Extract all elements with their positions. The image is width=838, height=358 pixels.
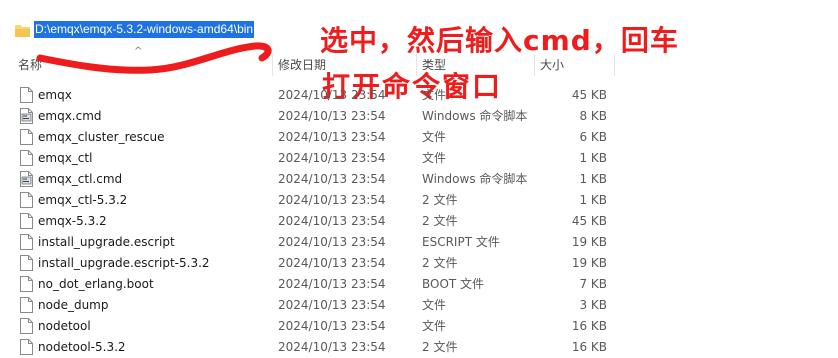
file-name: emqx_ctl [38,151,93,165]
file-type: 文件 [422,151,447,165]
file-name: node_dump [38,298,109,312]
file-row[interactable]: emqx_ctl.cmd 2024/10/13 23:54 Windows 命令脚本… [0,169,838,190]
file-date: 2024/10/13 23:54 [278,151,386,165]
file-date: 2024/10/13 23:54 [278,214,386,228]
file-row[interactable]: node_dump 2024/10/13 23:54 文件 3 KB [0,295,838,316]
file-icon [20,318,33,334]
file-icon [20,129,33,145]
file-name: nodetool [38,319,91,333]
file-name: install_upgrade.escript [38,235,175,249]
file-type: 2 文件 [422,256,458,270]
column-size-header[interactable]: 大小 [536,52,612,76]
file-row[interactable]: nodetool-5.3.2 2024/10/13 23:54 2 文件 16 KB [0,337,838,358]
file-row[interactable]: emqx_ctl 2024/10/13 23:54 文件 1 KB [0,148,838,169]
file-size: 1 KB [579,193,607,207]
file-type: 2 文件 [422,193,458,207]
file-row[interactable]: emqx-5.3.2 2024/10/13 23:54 2 文件 45 KB [0,211,838,232]
file-type: 文件 [422,319,447,333]
file-type: 文件 [422,298,447,312]
file-size: 45 KB [571,88,607,102]
file-name: no_dot_erlang.boot [38,277,154,291]
file-name: nodetool-5.3.2 [38,340,126,354]
script-file-icon [20,171,33,187]
file-name: emqx-5.3.2 [38,214,107,228]
column-type-header[interactable]: 类型 [418,52,534,76]
file-icon [20,276,33,292]
file-icon [20,150,33,166]
folder-icon [15,25,30,37]
file-date: 2024/10/13 23:54 [278,193,386,207]
file-size: 19 KB [571,256,607,270]
column-header: 名称 修改日期 类型 大小 [0,52,838,76]
file-type: 文件 [422,88,447,102]
file-type: 文件 [422,130,447,144]
column-divider[interactable] [614,54,615,76]
file-size: 8 KB [579,109,607,123]
file-row[interactable]: emqx 2024/10/13 23:54 文件 45 KB [0,85,838,106]
file-size: 19 KB [571,235,607,249]
file-date: 2024/10/13 23:54 [278,235,386,249]
file-icon [20,255,33,271]
file-date: 2024/10/13 23:54 [278,340,386,354]
file-icon [20,213,33,229]
file-icon [20,192,33,208]
column-divider[interactable] [534,54,535,76]
file-size: 6 KB [579,130,607,144]
column-divider[interactable] [416,54,417,76]
file-size: 7 KB [579,277,607,291]
file-row[interactable]: install_upgrade.escript-5.3.2 2024/10/13 … [0,253,838,274]
column-divider[interactable] [272,54,273,76]
file-size: 3 KB [579,298,607,312]
file-date: 2024/10/13 23:54 [278,256,386,270]
file-name: emqx.cmd [38,109,102,123]
file-date: 2024/10/13 23:54 [278,319,386,333]
file-icon [20,234,33,250]
column-name-header[interactable]: 名称 [14,52,274,76]
file-size: 45 KB [571,214,607,228]
file-icon [20,297,33,313]
file-date: 2024/10/13 23:54 [278,277,386,291]
column-date-header[interactable]: 修改日期 [274,52,418,76]
file-row[interactable]: emqx_cluster_rescue 2024/10/13 23:54 文件 6 K… [0,127,838,148]
file-name: emqx_ctl.cmd [38,172,123,186]
file-icon [20,87,33,103]
file-name: emqx_ctl-5.3.2 [38,193,128,207]
file-row[interactable]: emqx_ctl-5.3.2 2024/10/13 23:54 2 文件 1 KB [0,190,838,211]
file-date: 2024/10/13 23:54 [278,298,386,312]
script-file-icon [20,108,33,124]
file-date: 2024/10/13 23:54 [278,109,386,123]
file-row[interactable]: no_dot_erlang.boot 2024/10/13 23:54 BOOT 文… [0,274,838,295]
file-size: 1 KB [579,151,607,165]
file-row[interactable]: nodetool 2024/10/13 23:54 文件 16 KB [0,316,838,337]
file-name: install_upgrade.escript-5.3.2 [38,256,210,270]
file-type: Windows 命令脚本 [422,172,528,186]
file-type: Windows 命令脚本 [422,109,528,123]
file-name: emqx [38,88,72,102]
file-size: 16 KB [571,340,607,354]
file-size: 1 KB [579,172,607,186]
file-date: 2024/10/13 23:54 [278,172,386,186]
file-size: 16 KB [571,319,607,333]
file-row[interactable]: install_upgrade.escript 2024/10/13 23:54 E… [0,232,838,253]
file-type: ESCRIPT 文件 [422,235,500,249]
file-row[interactable]: emqx.cmd 2024/10/13 23:54 Windows 命令脚本 8 KB [0,106,838,127]
file-type: 2 文件 [422,214,458,228]
file-list: emqx 2024/10/13 23:54 文件 45 KB emqx.cmd 2024/… [0,85,838,358]
file-name: emqx_cluster_rescue [38,130,165,144]
file-date: 2024/10/13 23:54 [278,130,386,144]
file-date: 2024/10/13 23:54 [278,88,386,102]
address-path-input[interactable]: D:\emqx\emqx-5.3.2-windows-amd64\bin [34,21,255,38]
file-type: BOOT 文件 [422,277,485,291]
file-type: 2 文件 [422,340,458,354]
file-icon [20,339,33,355]
